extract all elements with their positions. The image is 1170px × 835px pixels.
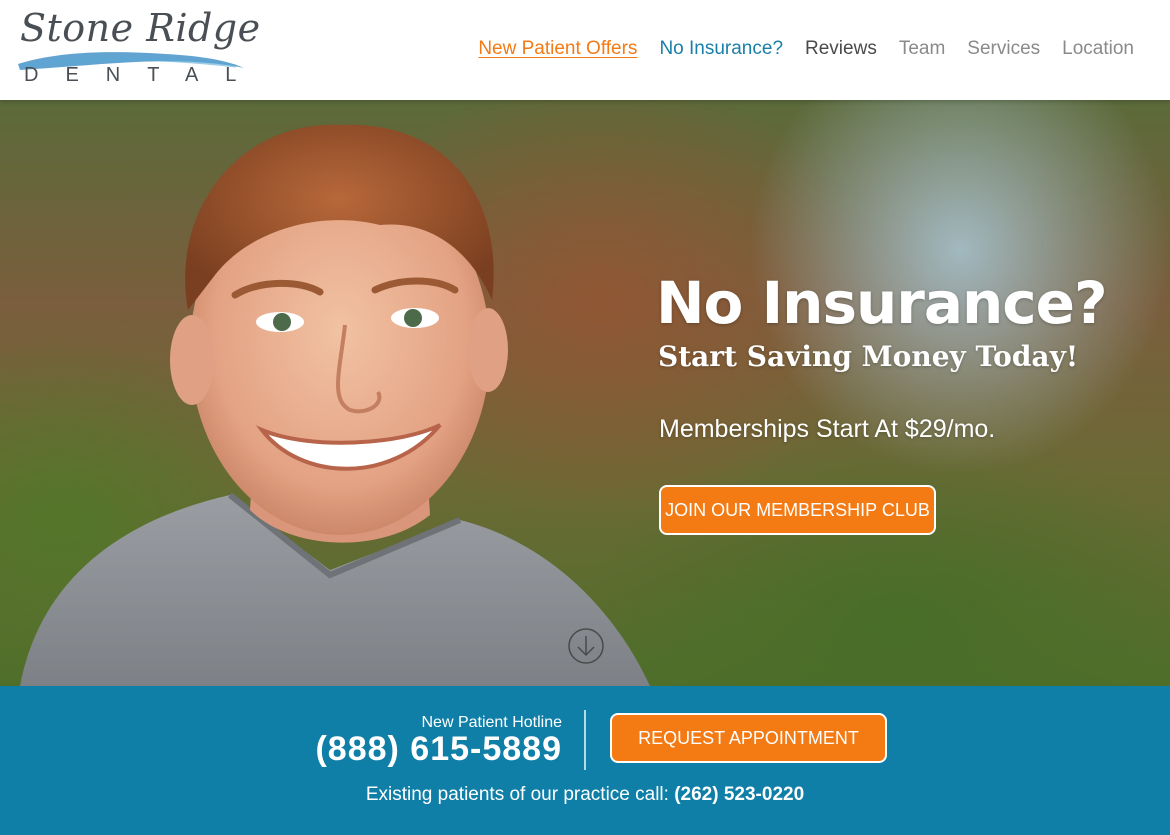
site-header: Stone Ridge DENTAL New Patient Offers No…	[0, 0, 1170, 100]
join-membership-club-button[interactable]: JOIN OUR MEMBERSHIP CLUB	[659, 485, 936, 535]
nav-location[interactable]: Location	[1062, 38, 1134, 60]
contact-divider	[584, 710, 586, 770]
nav-no-insurance[interactable]: No Insurance?	[659, 38, 783, 60]
hero-subtitle: Start Saving Money Today!	[658, 340, 1079, 373]
logo-script-text: Stone Ridge	[20, 6, 261, 50]
hero-banner: No Insurance? Start Saving Money Today! …	[0, 100, 1170, 686]
existing-patients-line: Existing patients of our practice call: …	[0, 784, 1170, 806]
nav-reviews[interactable]: Reviews	[805, 38, 877, 60]
arrow-down-circle-icon[interactable]	[567, 627, 605, 665]
hero-person-photo	[20, 124, 650, 686]
main-nav: New Patient Offers No Insurance? Reviews…	[478, 38, 1134, 60]
existing-patients-phone-link[interactable]: (262) 523-0220	[674, 784, 804, 805]
nav-services[interactable]: Services	[967, 38, 1040, 60]
existing-patients-text: Existing patients of our practice call:	[365, 784, 669, 805]
stone-ridge-dental-logo[interactable]: Stone Ridge DENTAL	[16, 6, 260, 92]
hero-tagline: Memberships Start At $29/mo.	[659, 415, 996, 443]
logo-dental-text: DENTAL	[24, 64, 264, 86]
hotline-phone-link[interactable]: (888) 615-5889	[315, 730, 562, 769]
contact-bar: New Patient Hotline (888) 615-5889 REQUE…	[0, 686, 1170, 835]
request-appointment-button[interactable]: REQUEST APPOINTMENT	[610, 713, 887, 763]
hero-title: No Insurance?	[656, 269, 1108, 337]
nav-new-patient-offers[interactable]: New Patient Offers	[478, 38, 637, 60]
hero-text-block: No Insurance? Start Saving Money Today! …	[656, 268, 1108, 444]
nav-team[interactable]: Team	[899, 38, 945, 60]
